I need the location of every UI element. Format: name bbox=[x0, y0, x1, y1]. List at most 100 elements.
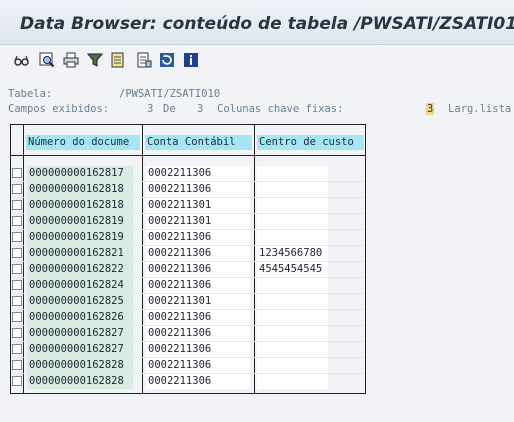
account-cell[interactable]: 0002211306 bbox=[146, 374, 250, 389]
cost-center-cell[interactable]: 1234566780 bbox=[257, 246, 328, 261]
row-separator bbox=[12, 197, 364, 198]
table-row[interactable]: 000000000162818 0002211301 bbox=[12, 198, 364, 214]
row-select-checkbox[interactable] bbox=[12, 264, 22, 274]
row-separator bbox=[12, 357, 364, 358]
table-row[interactable]: 000000000162818 0002211306 bbox=[12, 182, 364, 198]
cost-center-cell[interactable]: 4545454545 bbox=[257, 262, 328, 277]
list-width-label: Larg.lista bbox=[448, 103, 512, 115]
row-separator bbox=[12, 277, 364, 278]
account-cell[interactable]: 0002211306 bbox=[146, 182, 250, 197]
document-number-cell[interactable]: 000000000162818 bbox=[27, 182, 133, 197]
document-number-cell[interactable]: 000000000162827 bbox=[27, 326, 133, 341]
row-select-checkbox[interactable] bbox=[12, 168, 22, 178]
cost-center-cell[interactable] bbox=[257, 342, 328, 357]
account-cell[interactable]: 0002211306 bbox=[146, 278, 250, 293]
document-number-cell[interactable]: 000000000162826 bbox=[27, 310, 133, 325]
list-icon[interactable] bbox=[136, 52, 152, 68]
account-cell[interactable]: 0002211306 bbox=[146, 262, 250, 277]
row-select-checkbox[interactable] bbox=[12, 360, 22, 370]
fields-of-label: De bbox=[163, 103, 176, 115]
cost-center-cell[interactable] bbox=[257, 374, 328, 389]
export-icon[interactable] bbox=[110, 52, 126, 68]
table-label: Tabela: bbox=[8, 88, 53, 100]
column-header-document[interactable]: Número do docume bbox=[26, 135, 140, 150]
row-select-checkbox[interactable] bbox=[12, 328, 22, 338]
document-number-cell[interactable]: 000000000162824 bbox=[27, 278, 133, 293]
account-cell[interactable]: 0002211301 bbox=[146, 198, 250, 213]
table-row[interactable]: 000000000162827 0002211306 bbox=[12, 326, 364, 342]
account-cell[interactable]: 0002211306 bbox=[146, 358, 250, 373]
cost-center-cell[interactable] bbox=[257, 326, 328, 341]
row-select-checkbox[interactable] bbox=[12, 216, 22, 226]
cost-center-cell[interactable] bbox=[257, 294, 328, 309]
detail-view-icon[interactable] bbox=[39, 52, 55, 68]
title-bar: Data Browser: conteúdo de tabela /PWSATI… bbox=[0, 0, 514, 45]
row-select-checkbox[interactable] bbox=[12, 232, 22, 242]
cost-center-cell[interactable] bbox=[257, 166, 328, 181]
account-cell[interactable]: 0002211306 bbox=[146, 342, 250, 357]
filter-icon[interactable] bbox=[87, 52, 103, 68]
row-select-checkbox[interactable] bbox=[12, 312, 22, 322]
row-select-checkbox[interactable] bbox=[12, 344, 22, 354]
table-row[interactable]: 000000000162822 0002211306 4545454545 bbox=[12, 262, 364, 278]
refresh-icon[interactable] bbox=[159, 52, 175, 68]
row-separator bbox=[12, 213, 364, 214]
cost-center-cell[interactable] bbox=[257, 214, 328, 229]
cost-center-cell[interactable] bbox=[257, 358, 328, 373]
fields-label: Campos exibidos: bbox=[8, 103, 110, 115]
document-number-cell[interactable]: 000000000162819 bbox=[27, 230, 133, 245]
account-cell[interactable]: 0002211306 bbox=[146, 166, 250, 181]
document-number-cell[interactable]: 000000000162828 bbox=[27, 374, 133, 389]
row-select-checkbox[interactable] bbox=[12, 248, 22, 258]
account-cell[interactable]: 0002211306 bbox=[146, 246, 250, 261]
table-row[interactable]: 000000000162819 0002211301 bbox=[12, 214, 364, 230]
table-row[interactable]: 000000000162819 0002211306 bbox=[12, 230, 364, 246]
cost-center-cell[interactable] bbox=[257, 310, 328, 325]
table-name: /PWSATI/ZSATI010 bbox=[119, 88, 221, 100]
row-separator bbox=[12, 341, 364, 342]
info-icon[interactable] bbox=[183, 52, 199, 68]
row-select-checkbox[interactable] bbox=[12, 376, 22, 386]
document-number-cell[interactable]: 000000000162819 bbox=[27, 214, 133, 229]
document-number-cell[interactable]: 000000000162822 bbox=[27, 262, 133, 277]
row-select-checkbox[interactable] bbox=[12, 296, 22, 306]
row-select-checkbox[interactable] bbox=[12, 184, 22, 194]
column-header-cost-center[interactable]: Centro de custo bbox=[257, 135, 364, 150]
cost-center-cell[interactable] bbox=[257, 230, 328, 245]
document-number-cell[interactable]: 000000000162825 bbox=[27, 294, 133, 309]
account-cell[interactable]: 0002211306 bbox=[146, 310, 250, 325]
row-select-checkbox[interactable] bbox=[12, 200, 22, 210]
table-row[interactable]: 000000000162827 0002211306 bbox=[12, 342, 364, 358]
table-row[interactable]: 000000000162817 0002211306 bbox=[12, 166, 364, 182]
fields-shown: 3 bbox=[147, 103, 154, 115]
table-row[interactable]: 000000000162821 0002211306 1234566780 bbox=[12, 246, 364, 262]
table-row[interactable]: 000000000162828 0002211306 bbox=[12, 374, 364, 390]
cost-center-cell[interactable] bbox=[257, 278, 328, 293]
document-number-cell[interactable]: 000000000162817 bbox=[27, 166, 133, 181]
document-number-cell[interactable]: 000000000162821 bbox=[27, 246, 133, 261]
row-separator bbox=[12, 245, 364, 246]
row-separator bbox=[12, 293, 364, 294]
account-cell[interactable]: 0002211301 bbox=[146, 294, 250, 309]
account-cell[interactable]: 0002211301 bbox=[146, 214, 250, 229]
table-row[interactable]: 000000000162828 0002211306 bbox=[12, 358, 364, 374]
row-separator bbox=[12, 325, 364, 326]
cost-center-cell[interactable] bbox=[257, 198, 328, 213]
cost-center-cell[interactable] bbox=[257, 182, 328, 197]
row-separator bbox=[12, 261, 364, 262]
column-header-account[interactable]: Conta Contábil bbox=[145, 135, 252, 150]
table-row[interactable]: 000000000162826 0002211306 bbox=[12, 310, 364, 326]
application-toolbar bbox=[0, 45, 514, 75]
fields-total: 3 bbox=[197, 103, 204, 115]
table-row[interactable]: 000000000162824 0002211306 bbox=[12, 278, 364, 294]
table-row[interactable]: 000000000162825 0002211301 bbox=[12, 294, 364, 310]
document-number-cell[interactable]: 000000000162828 bbox=[27, 358, 133, 373]
account-cell[interactable]: 0002211306 bbox=[146, 326, 250, 341]
document-number-cell[interactable]: 000000000162827 bbox=[27, 342, 133, 357]
glasses-icon[interactable] bbox=[14, 52, 30, 68]
print-icon[interactable] bbox=[63, 52, 79, 68]
row-select-checkbox[interactable] bbox=[12, 280, 22, 290]
document-number-cell[interactable]: 000000000162818 bbox=[27, 198, 133, 213]
account-cell[interactable]: 0002211306 bbox=[146, 230, 250, 245]
key-columns-input[interactable]: 3 bbox=[426, 103, 435, 115]
